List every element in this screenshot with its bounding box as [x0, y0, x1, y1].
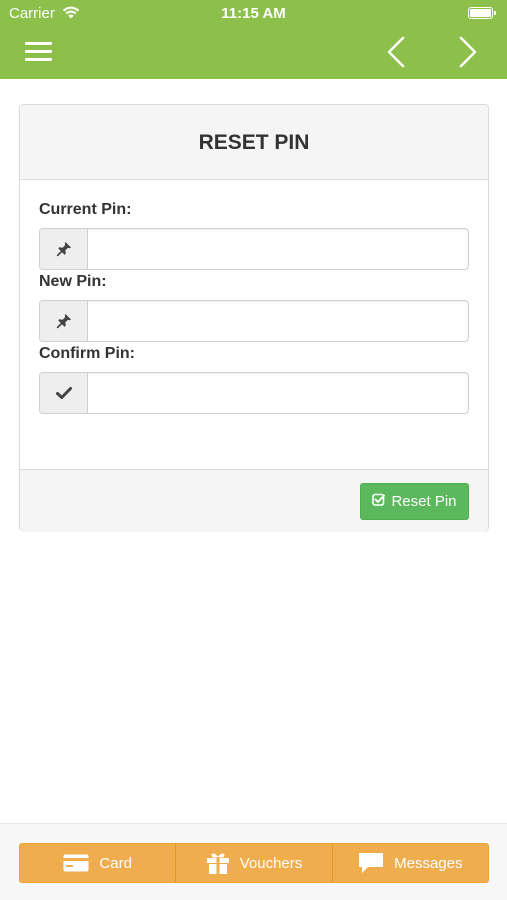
gift-icon — [206, 851, 230, 875]
tab-group: Card Vouchers Messages — [19, 843, 489, 883]
check-square-icon — [372, 493, 386, 510]
current-pin-input[interactable] — [89, 229, 468, 269]
chat-bubble-icon — [358, 852, 384, 874]
chevron-left-icon[interactable] — [385, 36, 409, 68]
tab-vouchers-label: Vouchers — [239, 854, 303, 872]
reset-pin-button-label: Reset Pin — [391, 493, 457, 510]
tab-messages[interactable]: Messages — [333, 844, 488, 882]
credit-card-icon — [63, 854, 89, 872]
current-pin-group — [39, 228, 469, 270]
new-pin-label: New Pin: — [39, 273, 107, 290]
hamburger-menu-icon[interactable] — [25, 40, 52, 62]
tab-messages-label: Messages — [394, 854, 463, 872]
panel-title: RESET PIN — [20, 105, 488, 180]
checkmark-icon — [40, 373, 88, 413]
pushpin-icon — [40, 229, 88, 269]
battery-icon — [468, 7, 496, 19]
confirm-pin-group — [39, 372, 469, 414]
status-bar: Carrier 11:15 AM — [0, 0, 507, 28]
tab-card-label: Card — [99, 854, 132, 872]
confirm-pin-label: Confirm Pin: — [39, 345, 135, 362]
new-pin-group — [39, 300, 469, 342]
reset-pin-panel: RESET PIN Current Pin: New Pin: Confirm … — [19, 104, 489, 531]
new-pin-input[interactable] — [89, 301, 468, 341]
pushpin-icon — [40, 301, 88, 341]
confirm-pin-input[interactable] — [89, 373, 468, 413]
tab-vouchers[interactable]: Vouchers — [176, 844, 333, 882]
bottom-tab-bar: Card Vouchers Messages — [0, 823, 507, 900]
tab-card[interactable]: Card — [20, 844, 177, 882]
chevron-right-icon[interactable] — [455, 36, 479, 68]
panel-footer: Reset Pin — [20, 469, 488, 531]
current-pin-label: Current Pin: — [39, 201, 132, 218]
reset-pin-button[interactable]: Reset Pin — [360, 483, 469, 520]
top-bar: Carrier 11:15 AM — [0, 0, 507, 79]
status-time: 11:15 AM — [221, 5, 286, 22]
